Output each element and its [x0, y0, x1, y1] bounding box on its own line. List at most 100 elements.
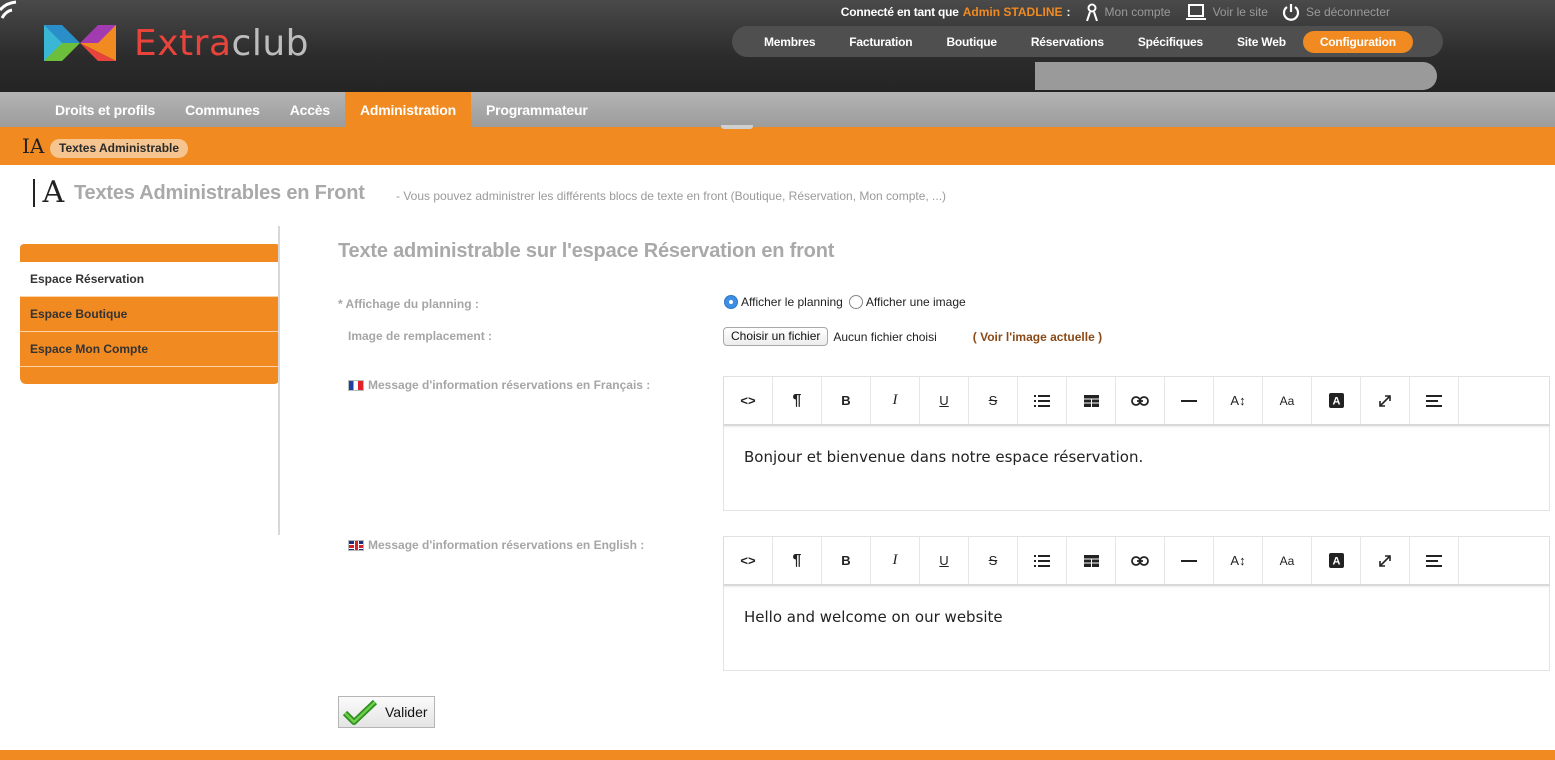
en-table-button[interactable] [1067, 537, 1116, 584]
en-underline-button[interactable]: U [920, 537, 969, 584]
en-font-size-button[interactable]: A↕ [1214, 537, 1263, 584]
fr-link-button[interactable] [1116, 377, 1165, 424]
en-align-button[interactable] [1410, 537, 1459, 584]
paragraph-icon: ¶ [792, 391, 802, 409]
en-message-label-text: Message d'information réservations en En… [368, 538, 645, 552]
en-code-view-button[interactable]: <> [724, 537, 773, 584]
side-menu-top [20, 244, 280, 262]
page-description: - Vous pouvez administrer les différents… [396, 189, 947, 203]
side-item-mon-compte[interactable]: Espace Mon Compte [20, 332, 280, 367]
fr-fullscreen-button[interactable] [1361, 377, 1410, 424]
en-bold-button[interactable]: B [822, 537, 871, 584]
en-list-button[interactable] [1018, 537, 1067, 584]
subnav-notch [721, 125, 753, 129]
validate-button-label: Valider [385, 704, 428, 720]
nav-configuration[interactable]: Configuration [1302, 30, 1413, 53]
nav-boutique[interactable]: Boutique [929, 31, 1013, 53]
en-text-color-button[interactable]: A [1312, 537, 1361, 584]
subnav-communes[interactable]: Communes [170, 92, 275, 127]
planning-label: * Affichage du planning : [338, 297, 479, 311]
radio-show-image-label[interactable]: Afficher une image [866, 295, 966, 309]
fr-align-button[interactable] [1410, 377, 1459, 424]
fr-list-button[interactable] [1018, 377, 1067, 424]
en-italic-button[interactable]: I [871, 537, 920, 584]
align-icon [1426, 394, 1442, 407]
fr-italic-button[interactable]: I [871, 377, 920, 424]
see-current-image-link[interactable]: ( Voir l'image actuelle ) [973, 330, 1102, 344]
fr-font-size-button[interactable]: A↕ [1214, 377, 1263, 424]
fr-underline-button[interactable]: U [920, 377, 969, 424]
my-account-link[interactable]: Mon compte [1085, 3, 1171, 21]
en-strikethrough-button[interactable]: S [969, 537, 1018, 584]
admin-name[interactable]: Admin STADLINE [963, 5, 1063, 19]
footer-bar [0, 750, 1555, 760]
fr-editor-content[interactable]: Bonjour et bienvenue dans notre espace r… [724, 426, 1549, 510]
side-item-boutique[interactable]: Espace Boutique [20, 297, 280, 332]
fr-text-color-button[interactable]: A [1312, 377, 1361, 424]
sub-nav: Droits et profils Communes Accès Adminis… [0, 92, 1555, 127]
breadcrumb: IA Textes Administrable [0, 127, 1555, 165]
logout-link[interactable]: Se déconnecter [1282, 3, 1390, 21]
breadcrumb-item[interactable]: Textes Administrable [50, 139, 189, 158]
planning-radio-group: Afficher le planning Afficher une image [724, 295, 972, 309]
choose-file-button[interactable]: Choisir un fichier [723, 327, 829, 346]
fr-strikethrough-button[interactable]: S [969, 377, 1018, 424]
svg-text:A: A [1332, 556, 1340, 568]
bold-icon: B [841, 393, 851, 408]
text-color-icon: A [1328, 553, 1344, 568]
fr-message-label-text: Message d'information réservations en Fr… [368, 378, 651, 392]
connected-as-text: Connecté en tant que [840, 5, 959, 19]
validate-button[interactable]: Valider [338, 696, 435, 728]
subnav-droits-profils[interactable]: Droits et profils [40, 92, 170, 127]
user-bar: Connecté en tant que Admin STADLINE : Mo… [841, 3, 1390, 21]
secondary-header-bar [1035, 62, 1437, 90]
en-font-case-button[interactable]: Aa [1263, 537, 1312, 584]
form-title: Texte administrable sur l'espace Réserva… [338, 240, 835, 262]
nav-reservations[interactable]: Réservations [1014, 31, 1121, 53]
fr-paragraph-button[interactable]: ¶ [773, 377, 822, 424]
strikethrough-icon: S [988, 393, 998, 408]
radio-show-planning-label[interactable]: Afficher le planning [741, 295, 843, 309]
side-item-reservation[interactable]: Espace Réservation [20, 262, 280, 297]
en-link-button[interactable] [1116, 537, 1165, 584]
nav-facturation[interactable]: Facturation [832, 31, 929, 53]
checkmark-icon [343, 699, 377, 725]
signal-icon [0, 0, 17, 19]
fr-font-case-button[interactable]: Aa [1263, 377, 1312, 424]
text-color-icon: A [1328, 393, 1344, 408]
fr-code-view-button[interactable]: <> [724, 377, 773, 424]
en-editor-content[interactable]: Hello and welcome on our website [724, 586, 1549, 670]
no-file-text: Aucun fichier choisi [833, 329, 937, 344]
italic-icon: I [892, 392, 898, 408]
italic-icon: I [892, 552, 898, 568]
fr-editor: <> ¶ B I U S A↕ Aa A Bonjour et bienvenu… [723, 376, 1550, 511]
fr-bold-button[interactable]: B [822, 377, 871, 424]
en-hr-button[interactable] [1165, 537, 1214, 584]
subnav-acces[interactable]: Accès [275, 92, 345, 127]
view-site-link[interactable]: Voir le site [1185, 3, 1268, 21]
extraclub-logo[interactable]: Extraclub [40, 18, 309, 68]
en-message-label: Message d'information réservations en En… [348, 538, 644, 552]
font-size-icon: A↕ [1230, 553, 1246, 568]
user-icon [1085, 3, 1098, 21]
en-fullscreen-button[interactable] [1361, 537, 1410, 584]
table-icon [1083, 554, 1099, 567]
nav-specifiques[interactable]: Spécifiques [1121, 31, 1220, 53]
align-icon [1426, 554, 1442, 567]
radio-show-image[interactable] [848, 295, 863, 309]
nav-site-web[interactable]: Site Web [1220, 31, 1303, 53]
logo-mark-icon [44, 25, 116, 61]
fullscreen-icon [1379, 554, 1391, 567]
fr-hr-button[interactable] [1165, 377, 1214, 424]
link-icon [1131, 395, 1149, 406]
subnav-administration[interactable]: Administration [344, 92, 471, 127]
side-menu: Espace Réservation Espace Boutique Espac… [20, 244, 280, 384]
nav-membres[interactable]: Membres [747, 31, 832, 53]
paragraph-icon: ¶ [792, 551, 802, 569]
bullet-list-icon [1034, 554, 1050, 567]
fr-table-button[interactable] [1067, 377, 1116, 424]
subnav-programmateur[interactable]: Programmateur [471, 92, 603, 127]
page-title-icon: A [33, 175, 65, 210]
en-paragraph-button[interactable]: ¶ [773, 537, 822, 584]
radio-show-planning[interactable] [724, 295, 738, 309]
